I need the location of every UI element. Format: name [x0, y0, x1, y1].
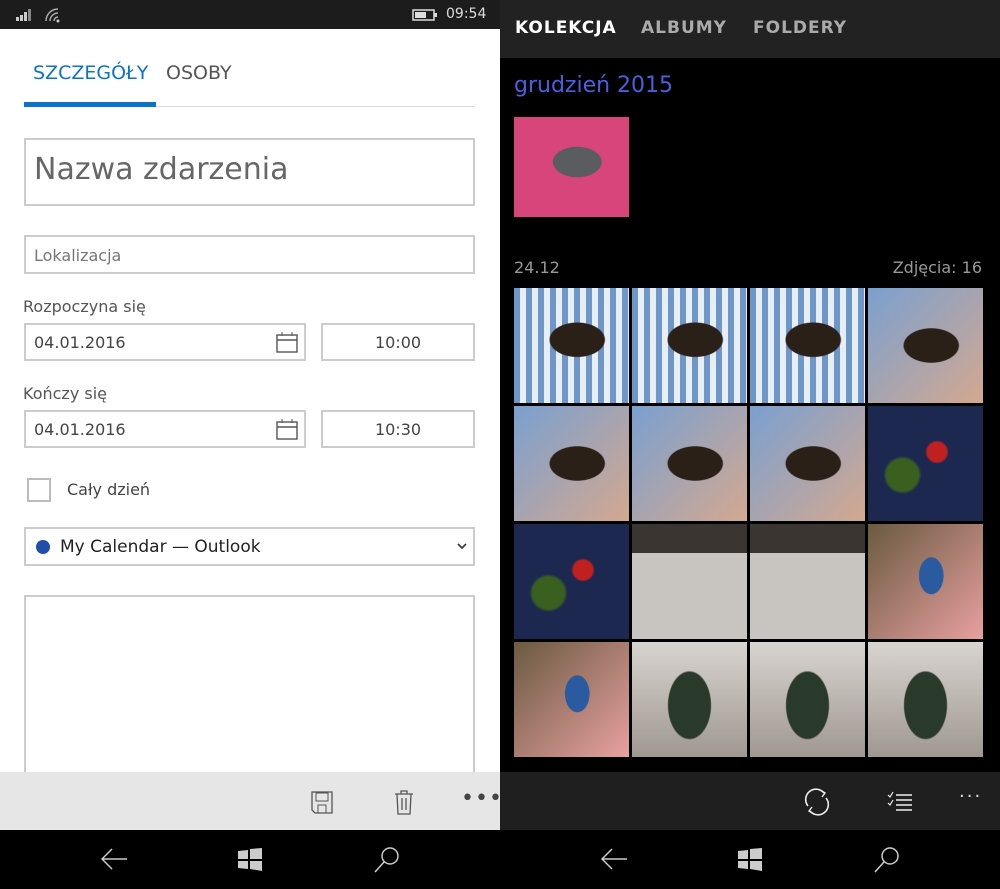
- back-icon[interactable]: [101, 848, 127, 870]
- title-placeholder: Nazwa zdarzenia: [34, 152, 289, 187]
- tab-details[interactable]: SZCZEGÓŁY: [33, 62, 148, 84]
- search-icon[interactable]: [874, 847, 900, 873]
- battery-icon: [412, 9, 437, 21]
- calendar-icon: [276, 332, 298, 353]
- end-date: 04.01.2016: [34, 420, 126, 439]
- photo-thumbnail[interactable]: [750, 524, 865, 639]
- more-button[interactable]: ···: [959, 786, 982, 807]
- photos-app-bar: ···: [500, 772, 1000, 830]
- start-date: 04.01.2016: [34, 333, 126, 352]
- windows-icon[interactable]: [238, 848, 262, 871]
- photo-thumbnail[interactable]: [750, 642, 865, 757]
- photo-thumbnail[interactable]: [514, 406, 629, 521]
- photo-thumbnail[interactable]: [632, 288, 747, 403]
- tab-people[interactable]: OSOBY: [166, 62, 232, 84]
- end-time: 10:30: [374, 420, 422, 439]
- tab-albums[interactable]: ALBUMY: [641, 18, 727, 38]
- windows-icon[interactable]: [738, 848, 762, 871]
- back-icon[interactable]: [601, 848, 627, 870]
- tab-folders[interactable]: FOLDERY: [753, 18, 847, 38]
- photo-thumbnail[interactable]: [750, 288, 865, 403]
- clock: 09:54: [446, 6, 487, 22]
- photo-thumbnail[interactable]: [632, 524, 747, 639]
- notes-textarea[interactable]: [24, 595, 475, 795]
- photo-thumbnail[interactable]: [632, 642, 747, 757]
- month-heading[interactable]: grudzień 2015: [514, 73, 673, 98]
- navigation-bar: [0, 830, 1000, 889]
- search-icon[interactable]: [374, 847, 400, 873]
- event-title-input[interactable]: Nazwa zdarzenia: [24, 138, 475, 206]
- photo-thumbnail[interactable]: [868, 406, 983, 521]
- photo-thumbnail[interactable]: [514, 117, 629, 217]
- save-icon[interactable]: [311, 791, 333, 814]
- photo-thumbnail[interactable]: [514, 642, 629, 757]
- wifi-icon: [45, 8, 60, 23]
- tab-collection[interactable]: KOLEKCJA: [515, 18, 617, 38]
- more-button[interactable]: •••: [461, 786, 503, 811]
- start-time-picker[interactable]: 10:00: [321, 323, 475, 361]
- photo-thumbnail[interactable]: [514, 524, 629, 639]
- day-heading: 24.12: [514, 258, 560, 277]
- photos-app: KOLEKCJA ALBUMY FOLDERY grudzień 2015 24…: [500, 0, 1000, 830]
- photo-count: Zdjęcia: 16: [892, 258, 982, 277]
- calendar-icon: [276, 419, 298, 440]
- end-label: Kończy się: [23, 384, 107, 403]
- chevron-down-icon: [457, 543, 467, 550]
- sync-icon[interactable]: [804, 788, 830, 816]
- start-date-picker[interactable]: 04.01.2016: [24, 323, 306, 361]
- tab-indicator: [24, 102, 156, 107]
- photo-thumbnail[interactable]: [514, 288, 629, 403]
- start-label: Rozpoczyna się: [23, 297, 146, 316]
- trash-icon[interactable]: [394, 790, 414, 815]
- event-editor: 09:54 SZCZEGÓŁY OSOBY Nazwa zdarzenia Lo…: [0, 0, 503, 830]
- photos-pivot: KOLEKCJA ALBUMY FOLDERY: [500, 0, 1000, 58]
- calendar-color-dot: [36, 540, 50, 554]
- photo-grid: [514, 288, 984, 758]
- photo-thumbnail[interactable]: [868, 642, 983, 757]
- status-bar: 09:54: [0, 0, 500, 29]
- location-input[interactable]: Lokalizacja: [24, 235, 475, 274]
- event-app-bar: •••: [0, 772, 503, 830]
- calendar-name: My Calendar — Outlook: [60, 537, 261, 557]
- photo-thumbnail[interactable]: [632, 406, 747, 521]
- signal-icon: [16, 9, 31, 21]
- photo-thumbnail[interactable]: [750, 406, 865, 521]
- select-icon[interactable]: [887, 791, 913, 813]
- photo-thumbnail[interactable]: [868, 288, 983, 403]
- start-time: 10:00: [374, 333, 422, 352]
- end-date-picker[interactable]: 04.01.2016: [24, 410, 306, 448]
- location-placeholder: Lokalizacja: [34, 246, 122, 265]
- all-day-checkbox[interactable]: [27, 478, 51, 502]
- calendar-select[interactable]: My Calendar — Outlook: [24, 527, 475, 566]
- photo-thumbnail[interactable]: [868, 524, 983, 639]
- end-time-picker[interactable]: 10:30: [321, 410, 475, 448]
- all-day-label: Cały dzień: [67, 480, 151, 499]
